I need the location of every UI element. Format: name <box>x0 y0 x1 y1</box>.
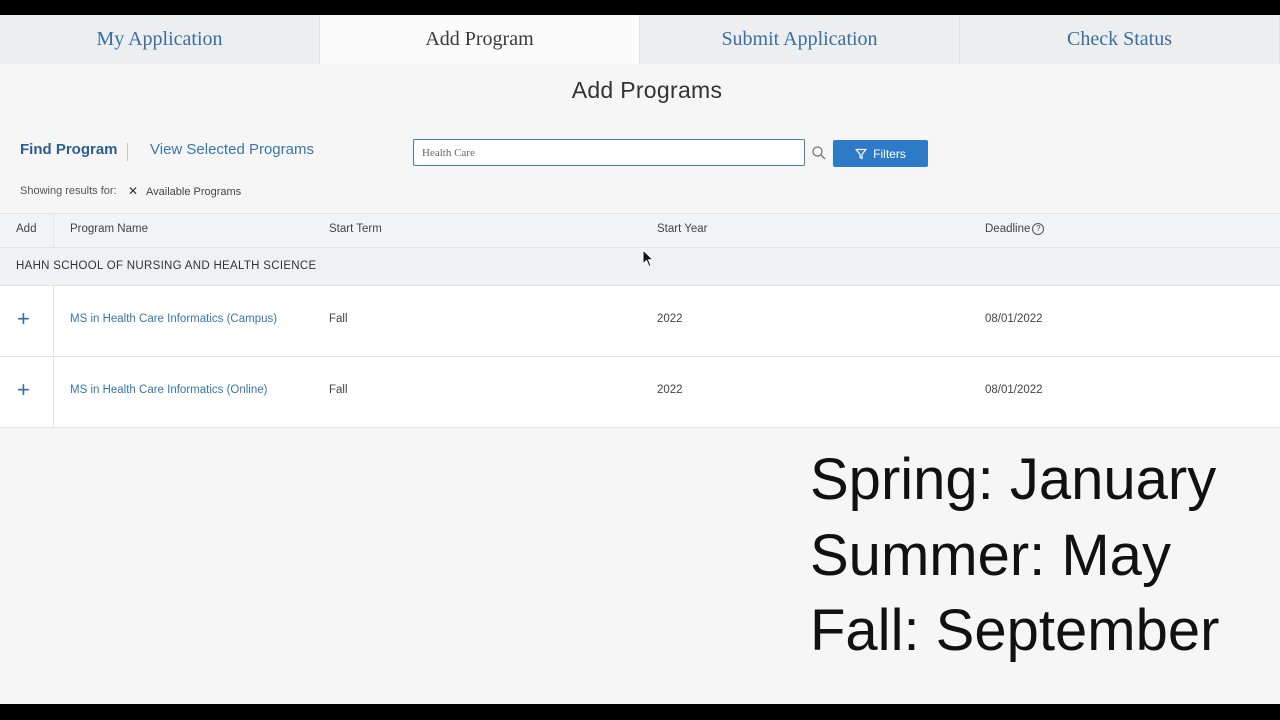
filter-chip-label: Available Programs <box>146 186 242 198</box>
info-icon[interactable]: ? <box>1032 223 1045 235</box>
term-caption-fall: Fall: September <box>810 598 1220 663</box>
start-term: Fall <box>329 313 348 325</box>
start-term: Fall <box>329 384 348 396</box>
start-year: 2022 <box>657 384 683 396</box>
table-row: + MS in Health Care Informatics (Online)… <box>0 357 1280 428</box>
table-row: + MS in Health Care Informatics (Campus)… <box>0 286 1280 357</box>
tab-my-application[interactable]: My Application <box>0 15 320 64</box>
nav-divider <box>127 143 128 161</box>
deadline: 08/01/2022 <box>985 384 1043 396</box>
search-input[interactable] <box>414 140 804 165</box>
filters-button[interactable]: Filters <box>833 140 928 167</box>
page-title: Add Programs <box>571 77 723 103</box>
program-name-link[interactable]: MS in Health Care Informatics (Campus) <box>70 313 277 325</box>
term-caption-spring: Spring: January <box>810 447 1217 512</box>
column-divider <box>53 357 54 427</box>
top-tabs: My Application Add Program Submit Applic… <box>0 15 1280 64</box>
tab-submit-application[interactable]: Submit Application <box>640 15 960 64</box>
search-field[interactable] <box>413 139 805 166</box>
add-program-icon[interactable]: + <box>17 308 30 330</box>
mouse-cursor-icon <box>642 249 654 268</box>
term-caption-summer: Summer: May <box>810 523 1171 588</box>
programs-table: Add Program Name Start Term Start Year D… <box>0 213 1280 428</box>
school-name: HAHN SCHOOL OF NURSING AND HEALTH SCIENC… <box>16 260 317 272</box>
tab-check-status[interactable]: Check Status <box>960 15 1280 64</box>
header-deadline-label: Deadline <box>985 223 1031 235</box>
header-start-year[interactable]: Start Year <box>657 223 708 235</box>
program-name-link[interactable]: MS in Health Care Informatics (Online) <box>70 384 267 396</box>
filters-label: Filters <box>873 146 906 161</box>
add-program-icon[interactable]: + <box>17 379 30 401</box>
view-selected-programs-link[interactable]: View Selected Programs <box>150 141 314 158</box>
app-screen: My Application Add Program Submit Applic… <box>0 15 1280 704</box>
deadline: 08/01/2022 <box>985 313 1043 325</box>
school-group-row: HAHN SCHOOL OF NURSING AND HEALTH SCIENC… <box>0 248 1280 286</box>
header-deadline[interactable]: Deadline? <box>985 223 1045 235</box>
start-year: 2022 <box>657 313 683 325</box>
header-program-name[interactable]: Program Name <box>70 223 148 235</box>
find-program-link[interactable]: Find Program <box>20 141 118 158</box>
column-divider <box>53 286 54 356</box>
tab-add-program[interactable]: Add Program <box>320 15 640 64</box>
search-icon[interactable] <box>811 145 827 161</box>
remove-filter-icon[interactable]: ✕ <box>128 184 138 198</box>
table-header: Add Program Name Start Term Start Year D… <box>0 213 1280 248</box>
filter-icon <box>855 148 867 159</box>
showing-results-label: Showing results for: <box>20 185 117 197</box>
header-start-term[interactable]: Start Term <box>329 223 382 235</box>
column-divider <box>53 214 54 247</box>
header-add: Add <box>16 223 37 235</box>
